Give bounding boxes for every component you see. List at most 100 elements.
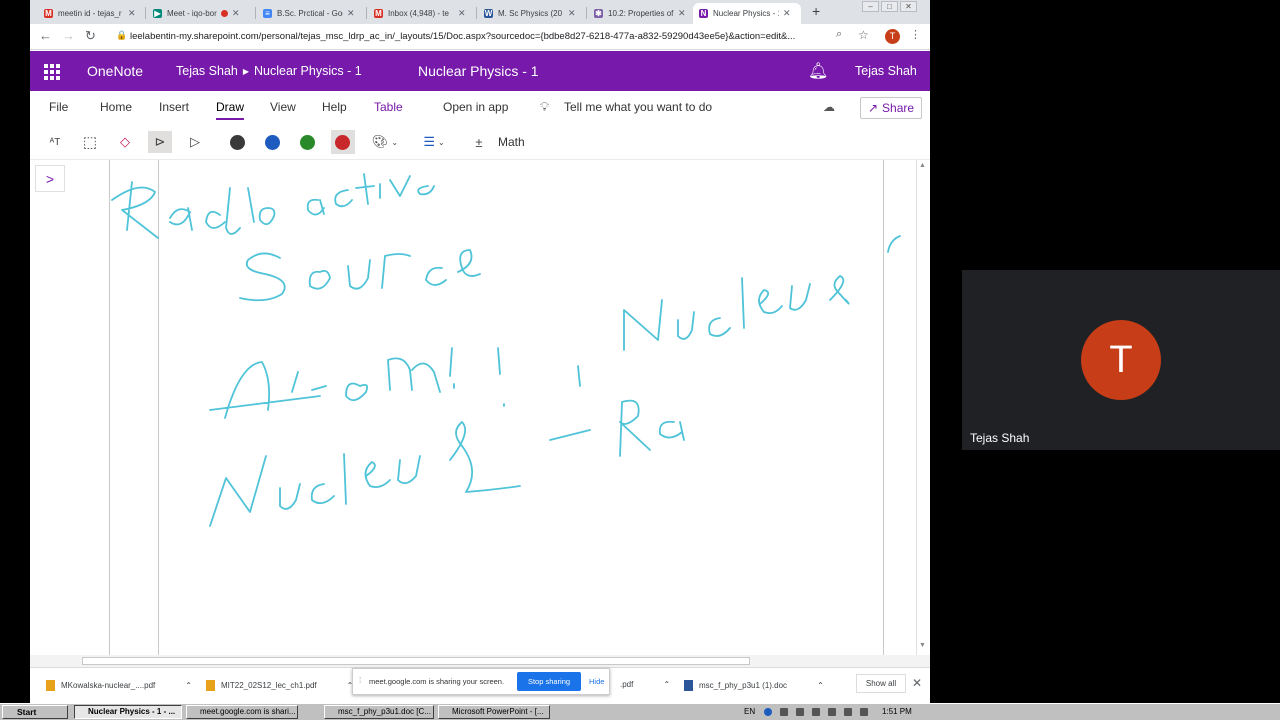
tab-inbox[interactable]: M Inbox (4,948) - te ✕ [368,3,471,24]
hide-button[interactable]: Hide [589,677,604,686]
taskbar-item[interactable]: Microsoft PowerPoint - [... [438,705,550,719]
chevron-up-icon[interactable]: ⌃ [185,681,192,690]
scroll-up-icon[interactable]: ▲ [919,162,926,169]
tray-icon[interactable] [828,708,836,716]
language-indicator[interactable]: EN [744,705,755,719]
chevron-up-icon[interactable]: ⌃ [817,681,824,690]
pen-black[interactable] [226,130,250,154]
profile-avatar[interactable]: T [885,29,900,44]
pen-green[interactable] [296,130,320,154]
vertical-scrollbar[interactable]: ▲ ▼ [916,160,930,655]
horizontal-scrollbar[interactable] [30,655,930,667]
drag-handle-icon[interactable]: ⁞ [359,676,361,685]
tab-title: Meet - iqo-bor [167,9,217,18]
tab-msc-physics[interactable]: W M. Sc Physics (20 ✕ [478,3,581,24]
chevron-up-icon[interactable]: ⌃ [663,680,670,689]
ink-drawing [111,173,901,527]
forward-icon[interactable]: → [62,28,75,43]
tab-strip: M meetin id - tejas_r ✕ ▶ Meet - iqo-bor… [30,0,930,24]
tab-libretexts[interactable]: ✱ 10.2: Properties of ✕ [588,3,691,24]
breadcrumb[interactable]: Tejas Shah ▶ Nuclear Physics - 1 [176,64,362,78]
start-button[interactable]: Start [2,705,68,719]
close-icon[interactable]: ✕ [128,8,136,19]
tab-home[interactable]: Home [100,100,132,114]
tab-file[interactable]: File [49,100,68,114]
download-item[interactable]: msc_f_phy_p3u1 (1).doc ⌃ [684,680,824,691]
tray-icon[interactable] [860,708,868,716]
tab-view[interactable]: View [270,100,296,114]
tab-table[interactable]: Table [374,100,403,114]
zoom-icon[interactable]: ⌕ [836,28,842,41]
share-button[interactable]: ↗ Share [860,97,922,119]
show-all-button[interactable]: Show all [856,674,906,693]
highlighter-icon[interactable]: ▷ [183,131,207,153]
pen-blue[interactable] [261,130,285,154]
star-icon[interactable]: ☆ [858,28,869,42]
line-weight-icon[interactable]: ☰ ⌄ [416,131,452,153]
close-icon[interactable]: ✕ [568,8,576,19]
menu-icon[interactable]: ⋮ [910,28,921,41]
breadcrumb-notebook[interactable]: Nuclear Physics - 1 [254,64,362,78]
meet-icon: ▶ [153,9,162,18]
tab-gmail-meetin[interactable]: M meetin id - tejas_r ✕ [38,3,138,24]
tab-insert[interactable]: Insert [159,100,189,114]
tab-help[interactable]: Help [322,100,347,114]
tab-onenote-active[interactable]: N Nuclear Physics - 1 ✕ [693,3,801,24]
onenote-icon: N [699,9,708,18]
scroll-down-icon[interactable]: ▼ [919,642,926,649]
color-palette-icon[interactable]: 🎨︎ ⌄ [368,131,402,153]
close-icon[interactable]: ✕ [232,8,240,19]
taskbar-item[interactable]: meet.google.com is shari... [186,705,298,719]
page-canvas[interactable]: > ▲ ▼ [30,160,930,655]
pen-tool-icon[interactable]: ⊳ [148,131,172,153]
stop-sharing-button[interactable]: Stop sharing [517,672,581,691]
help-icon[interactable] [764,708,772,716]
bell-icon[interactable]: 🔔︎ [808,61,828,81]
clock[interactable]: 1:51 PM [882,705,912,719]
app-launcher-icon[interactable] [44,64,60,80]
download-item[interactable]: MIT22_02S12_lec_ch1.pdf ⌃ [206,680,353,691]
close-icon[interactable]: ✕ [783,8,791,19]
tell-me-search[interactable]: Tell me what you want to do [564,100,712,114]
tab-draw[interactable]: Draw [216,100,245,120]
close-window-button[interactable]: ✕ [900,1,917,12]
tray-icon[interactable] [796,708,804,716]
tray-icon[interactable] [812,708,820,716]
math-icon[interactable]: ± [467,131,491,153]
pdf-icon [206,680,215,691]
sync-cloud-icon[interactable]: ☁︎ [823,100,835,114]
download-item[interactable]: .pdf ⌃ [620,680,670,689]
url-field[interactable]: leelabentin-my.sharepoint.com/personal/t… [130,31,830,42]
app-name[interactable]: OneNote [87,63,143,79]
taskbar-item[interactable]: Nuclear Physics - 1 - ... [74,705,182,719]
tray-icon[interactable] [844,708,852,716]
close-icon[interactable]: ✕ [678,8,686,19]
ribbon-tabs: File Home Insert Draw View Help Table Op… [30,91,930,124]
download-item[interactable]: MKowalska-nuclear_....pdf ⌃ [46,680,192,691]
scroll-thumb[interactable] [82,657,750,665]
tray-icon[interactable] [780,708,788,716]
math-button[interactable]: Math [498,135,525,149]
user-name[interactable]: Tejas Shah [855,64,917,78]
close-icon[interactable]: ✕ [912,676,922,690]
tab-meet[interactable]: ▶ Meet - iqo-bor ✕ [147,3,250,24]
taskbar-item[interactable]: msc_f_phy_p3u1.doc [C... [324,705,434,719]
draw-toolbar: ᴬT ⬚ ◇ ⊳ ▷ 🎨︎ ⌄ ☰ ⌄ ± Math [30,124,930,160]
reload-icon[interactable]: ↻ [85,28,96,44]
lock-icon[interactable]: 🔒 [116,30,127,41]
ink-to-text-icon[interactable]: ᴬT [43,131,67,153]
docs-icon: ≡ [263,9,272,18]
minimize-button[interactable]: – [862,1,879,12]
eraser-icon[interactable]: ◇ [113,131,137,153]
breadcrumb-user[interactable]: Tejas Shah [176,64,238,78]
tab-docs[interactable]: ≡ B.Sc. Prctical - Goo ✕ [257,3,360,24]
close-icon[interactable]: ✕ [347,8,355,19]
open-in-app-button[interactable]: Open in app [443,100,508,114]
tab-title: M. Sc Physics (20 [498,9,563,18]
lasso-select-icon[interactable]: ⬚ [78,131,102,153]
maximize-button[interactable]: □ [881,1,898,12]
back-icon[interactable]: ← [39,28,52,43]
pen-red[interactable] [331,130,355,154]
close-icon[interactable]: ✕ [458,8,466,19]
new-tab-button[interactable]: + [812,3,820,19]
